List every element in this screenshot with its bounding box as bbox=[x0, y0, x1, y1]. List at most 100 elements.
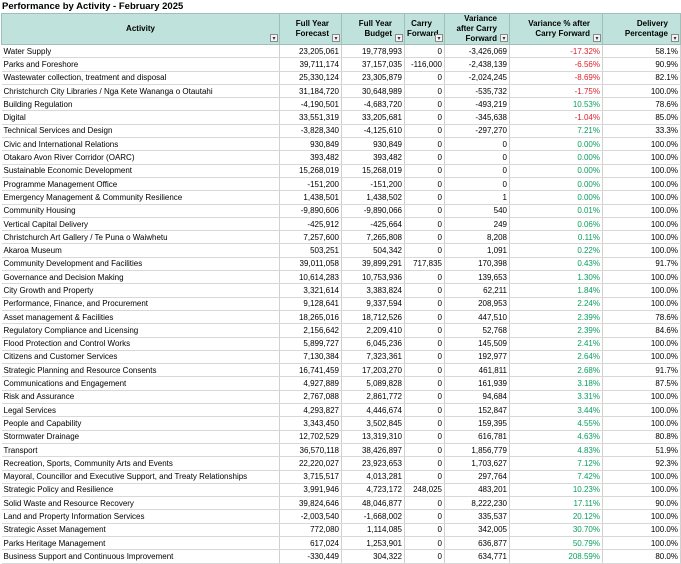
filter-dropdown-icon[interactable]: ▾ bbox=[270, 34, 278, 42]
table-row[interactable]: Parks and Foreshore 39,711,174 37,157,035-… bbox=[1, 57, 681, 72]
header-delivery-percentage[interactable]: Delivery Percentage ▾ bbox=[602, 13, 681, 45]
budget-cell[interactable]: 7,323,361 bbox=[341, 350, 405, 365]
variance-cell[interactable]: 52,768 bbox=[444, 323, 510, 338]
variance-cell[interactable]: 249 bbox=[444, 217, 510, 232]
budget-cell[interactable]: 9,337,594 bbox=[341, 297, 405, 311]
variance-cell[interactable]: 0 bbox=[444, 137, 510, 152]
variance-cell[interactable]: 139,653 bbox=[444, 270, 510, 285]
carry-forward-cell[interactable]: 0 bbox=[404, 337, 445, 351]
variance-cell[interactable]: 192,977 bbox=[444, 350, 510, 365]
variance-cell[interactable]: 1,703,627 bbox=[444, 456, 510, 471]
budget-cell[interactable]: 7,265,808 bbox=[341, 230, 405, 245]
header-variance-after-carry-forward[interactable]: Variance after Carry Forward ▾ bbox=[444, 13, 510, 45]
header-full-year-forecast[interactable]: Full Year Forecast ▾ bbox=[279, 13, 342, 45]
delivery-percentage-cell[interactable]: 100.0% bbox=[602, 350, 681, 365]
variance-percent-cell[interactable]: 30.70% bbox=[509, 523, 603, 537]
variance-cell[interactable]: 461,811 bbox=[444, 363, 510, 378]
variance-percent-cell[interactable]: -1.04% bbox=[509, 110, 603, 125]
variance-percent-cell[interactable]: 2.68% bbox=[509, 363, 603, 378]
activity-cell[interactable]: Transport bbox=[1, 443, 280, 458]
variance-percent-cell[interactable]: 50.79% bbox=[509, 536, 603, 551]
delivery-percentage-cell[interactable]: 100.0% bbox=[602, 230, 681, 245]
table-row[interactable]: Transport 36,570,118 38,426,897 0 1,856,779 4… bbox=[1, 443, 681, 458]
activity-cell[interactable]: Akaroa Museum bbox=[1, 243, 280, 258]
delivery-percentage-cell[interactable]: 100.0% bbox=[602, 297, 681, 311]
forecast-cell[interactable]: -3,828,340 bbox=[279, 124, 342, 139]
table-row[interactable]: Digital 33,551,319 33,205,681 0 -345,638 -1.0… bbox=[1, 110, 681, 125]
carry-forward-cell[interactable]: 0 bbox=[404, 177, 445, 192]
activity-cell[interactable]: Emergency Management & Community Resilie… bbox=[1, 190, 280, 205]
budget-cell[interactable]: 3,383,824 bbox=[341, 283, 405, 298]
filter-dropdown-icon[interactable]: ▾ bbox=[671, 34, 679, 42]
carry-forward-cell[interactable]: 0 bbox=[404, 443, 445, 458]
forecast-cell[interactable]: 4,927,889 bbox=[279, 376, 342, 391]
variance-cell[interactable]: 0 bbox=[444, 150, 510, 165]
carry-forward-cell[interactable]: 0 bbox=[404, 390, 445, 405]
variance-cell[interactable]: 634,771 bbox=[444, 549, 510, 564]
header-full-year-budget[interactable]: Full Year Budget ▾ bbox=[341, 13, 405, 45]
carry-forward-cell[interactable]: 0 bbox=[404, 204, 445, 218]
budget-cell[interactable]: 5,089,828 bbox=[341, 376, 405, 391]
activity-cell[interactable]: Civic and International Relations bbox=[1, 137, 280, 152]
variance-cell[interactable]: 62,211 bbox=[444, 283, 510, 298]
activity-cell[interactable]: Sustainable Economic Development bbox=[1, 164, 280, 178]
budget-cell[interactable]: 4,446,674 bbox=[341, 403, 405, 418]
activity-cell[interactable]: Risk and Assurance bbox=[1, 390, 280, 405]
variance-cell[interactable]: 0 bbox=[444, 164, 510, 178]
filter-dropdown-icon[interactable]: ▾ bbox=[395, 34, 403, 42]
budget-cell[interactable]: 2,861,772 bbox=[341, 390, 405, 405]
table-row[interactable]: Civic and International Relations 930,849… bbox=[1, 137, 681, 152]
variance-percent-cell[interactable]: 4.83% bbox=[509, 443, 603, 458]
delivery-percentage-cell[interactable]: 100.0% bbox=[602, 403, 681, 418]
table-row[interactable]: Land and Property Information Services -2… bbox=[1, 509, 681, 524]
forecast-cell[interactable]: 36,570,118 bbox=[279, 443, 342, 458]
carry-forward-cell[interactable]: 0 bbox=[404, 456, 445, 471]
forecast-cell[interactable]: -4,190,501 bbox=[279, 97, 342, 112]
activity-cell[interactable]: Solid Waste and Resource Recovery bbox=[1, 496, 280, 511]
variance-cell[interactable]: 483,201 bbox=[444, 483, 510, 498]
delivery-percentage-cell[interactable]: 100.0% bbox=[602, 337, 681, 351]
budget-cell[interactable]: 37,157,035 bbox=[341, 57, 405, 72]
variance-cell[interactable]: 297,764 bbox=[444, 470, 510, 484]
variance-percent-cell[interactable]: 10.53% bbox=[509, 97, 603, 112]
variance-cell[interactable]: 208,953 bbox=[444, 297, 510, 311]
variance-percent-cell[interactable]: 3.44% bbox=[509, 403, 603, 418]
delivery-percentage-cell[interactable]: 100.0% bbox=[602, 390, 681, 405]
table-row[interactable]: Water Supply 23,205,061 19,778,993 0 -3,426,… bbox=[1, 43, 681, 59]
forecast-cell[interactable]: 1,438,501 bbox=[279, 190, 342, 205]
variance-percent-cell[interactable]: 2.24% bbox=[509, 297, 603, 311]
forecast-cell[interactable]: -330,449 bbox=[279, 549, 342, 564]
carry-forward-cell[interactable]: 0 bbox=[404, 270, 445, 285]
forecast-cell[interactable]: 23,205,061 bbox=[279, 43, 342, 59]
delivery-percentage-cell[interactable]: 100.0% bbox=[602, 283, 681, 298]
carry-forward-cell[interactable]: 0 bbox=[404, 496, 445, 511]
activity-cell[interactable]: Christchurch Art Gallery / Te Puna o Wai… bbox=[1, 230, 280, 245]
variance-cell[interactable]: 540 bbox=[444, 204, 510, 218]
table-row[interactable]: Legal Services 4,293,827 4,446,674 0 152,847… bbox=[1, 403, 681, 418]
table-row[interactable]: Building Regulation -4,190,501 -4,683,720 0… bbox=[1, 97, 681, 112]
table-row[interactable]: Parks Heritage Management 617,024 1,253,90… bbox=[1, 536, 681, 551]
carry-forward-cell[interactable]: 0 bbox=[404, 190, 445, 205]
forecast-cell[interactable]: 3,321,614 bbox=[279, 283, 342, 298]
delivery-percentage-cell[interactable]: 80.0% bbox=[602, 549, 681, 564]
budget-cell[interactable]: 930,849 bbox=[341, 137, 405, 152]
activity-cell[interactable]: Strategic Asset Management bbox=[1, 523, 280, 537]
delivery-percentage-cell[interactable]: 100.0% bbox=[602, 243, 681, 258]
table-row[interactable]: Technical Services and Design -3,828,340-… bbox=[1, 124, 681, 139]
forecast-cell[interactable]: 33,551,319 bbox=[279, 110, 342, 125]
variance-cell[interactable]: 616,781 bbox=[444, 430, 510, 444]
activity-cell[interactable]: Flood Protection and Control Works bbox=[1, 337, 280, 351]
table-row[interactable]: People and Capability 3,343,450 3,502,845 0… bbox=[1, 416, 681, 431]
variance-percent-cell[interactable]: 20.12% bbox=[509, 509, 603, 524]
carry-forward-cell[interactable]: 0 bbox=[404, 403, 445, 418]
budget-cell[interactable]: 17,203,270 bbox=[341, 363, 405, 378]
variance-cell[interactable]: 152,847 bbox=[444, 403, 510, 418]
budget-cell[interactable]: 23,305,879 bbox=[341, 71, 405, 85]
activity-cell[interactable]: Communications and Engagement bbox=[1, 376, 280, 391]
header-carry-forward[interactable]: Carry Forward ▾ bbox=[404, 13, 445, 45]
delivery-percentage-cell[interactable]: 100.0% bbox=[602, 536, 681, 551]
forecast-cell[interactable]: 18,265,016 bbox=[279, 310, 342, 325]
delivery-percentage-cell[interactable]: 51.9% bbox=[602, 443, 681, 458]
activity-cell[interactable]: Strategic Planning and Resource Consents bbox=[1, 363, 280, 378]
carry-forward-cell[interactable]: 0 bbox=[404, 549, 445, 564]
